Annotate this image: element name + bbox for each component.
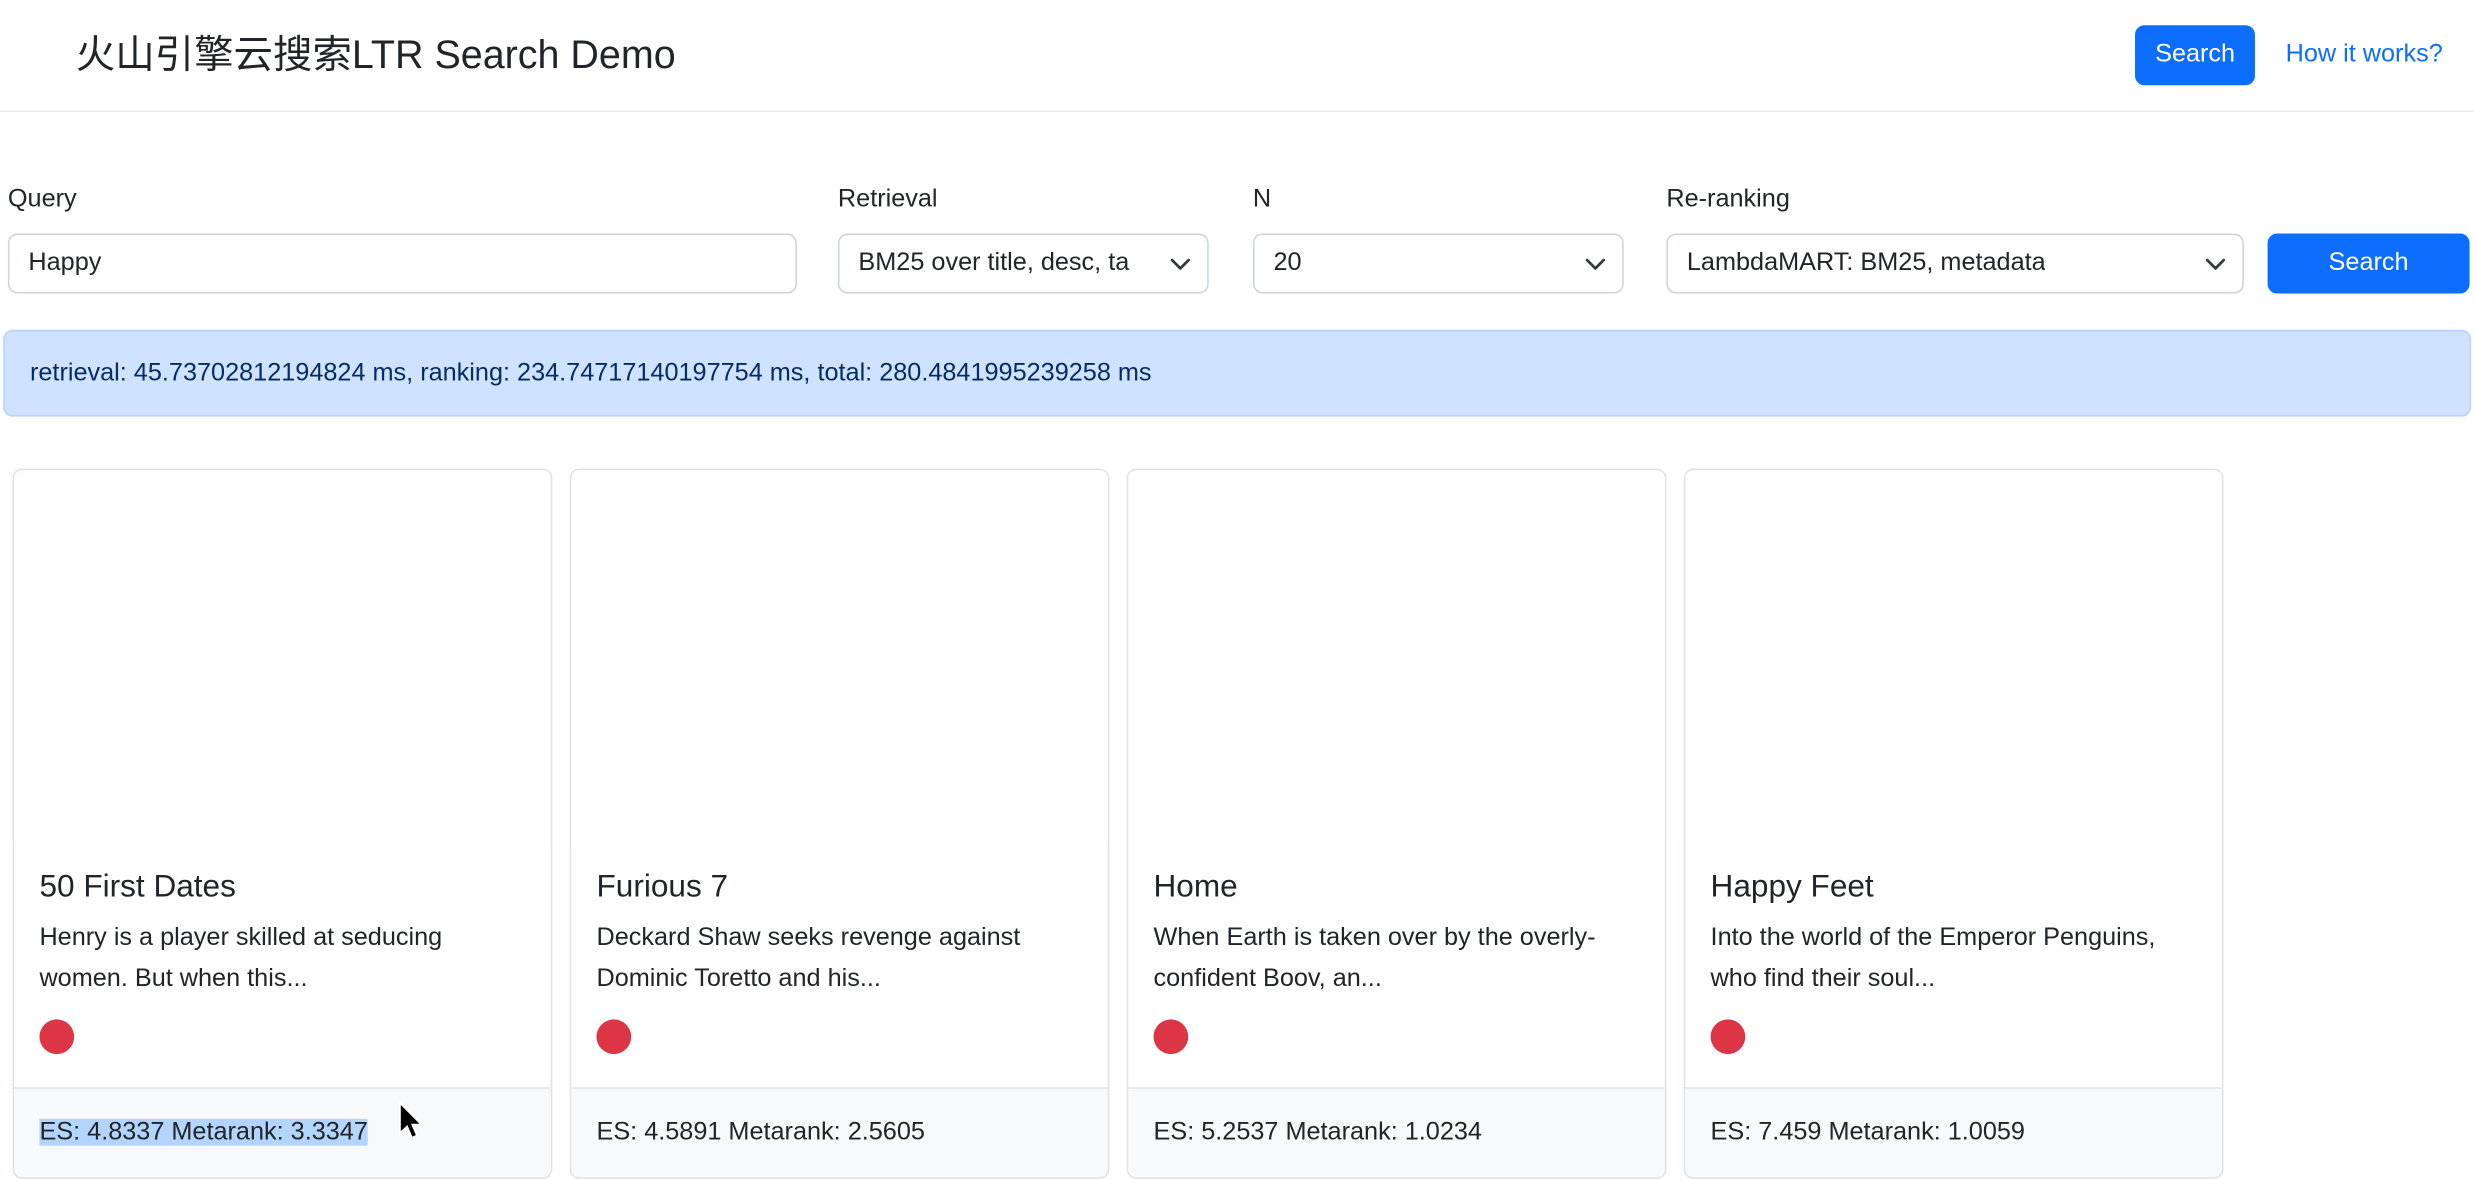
card-body: Furious 7 Deckard Shaw seeks revenge aga… [571,843,1108,1088]
query-input[interactable] [8,234,797,294]
result-scores: ES: 4.8337 Metarank: 3.3347 [14,1087,551,1177]
search-button[interactable]: Search [2268,234,2470,294]
search-form: Query Retrieval BM25 over title, desc, t… [8,185,2474,294]
result-card-2[interactable]: Home When Earth is taken over by the ove… [1127,469,1667,1179]
result-description: Henry is a player skilled at seducing wo… [39,918,525,1000]
result-card-0[interactable]: 50 First Dates Henry is a player skilled… [13,469,553,1179]
chevron-down-icon [1584,252,1606,274]
result-title: Home [1154,868,1640,906]
result-description: When Earth is taken over by the overly-c… [1154,918,1640,1000]
main-content: Query Retrieval BM25 over title, desc, t… [0,185,2474,1179]
reranking-field-group: Re-ranking LambdaMART: BM25, metadata [1666,185,2244,294]
red-circle-icon [39,1019,74,1054]
navbar-actions: Search How it works? [2135,25,2443,85]
app: 火山引擎云搜索LTR Search Demo Search How it wor… [0,0,2474,1176]
result-description: Into the world of the Emperor Penguins, … [1711,918,2197,1000]
card-body: Happy Feet Into the world of the Emperor… [1685,843,2222,1088]
poster-placeholder [14,470,551,842]
n-select-value: 20 [1273,249,1301,277]
result-scores-text: ES: 4.5891 Metarank: 2.5605 [596,1119,924,1146]
result-title: 50 First Dates [39,868,525,906]
red-circle-icon [1154,1019,1189,1054]
poster-placeholder [1685,470,2222,842]
card-body: Home When Earth is taken over by the ove… [1128,843,1665,1088]
result-scores-text: ES: 7.459 Metarank: 1.0059 [1711,1119,2025,1146]
how-it-works-link[interactable]: How it works? [2286,41,2443,69]
retrieval-field-group: Retrieval BM25 over title, desc, ta [838,185,1209,294]
timing-banner: retrieval: 45.73702812194824 ms, ranking… [3,330,2471,417]
reranking-select[interactable]: LambdaMART: BM25, metadata [1666,234,2244,294]
result-card-1[interactable]: Furious 7 Deckard Shaw seeks revenge aga… [570,469,1110,1179]
results-row: 50 First Dates Henry is a player skilled… [13,469,2474,1179]
result-scores: ES: 4.5891 Metarank: 2.5605 [571,1087,1108,1177]
poster-placeholder [571,470,1108,842]
query-field-group: Query [8,185,797,294]
n-field-group: N 20 [1253,185,1624,294]
query-label: Query [8,185,797,215]
result-scores: ES: 5.2537 Metarank: 1.0234 [1128,1087,1665,1177]
app-title: 火山引擎云搜索LTR Search Demo [76,32,676,79]
result-card-3[interactable]: Happy Feet Into the world of the Emperor… [1684,469,2224,1179]
retrieval-select[interactable]: BM25 over title, desc, ta [838,234,1209,294]
reranking-select-value: LambdaMART: BM25, metadata [1687,249,2046,277]
result-title: Furious 7 [596,868,1082,906]
result-scores: ES: 7.459 Metarank: 1.0059 [1685,1087,2222,1177]
retrieval-select-value: BM25 over title, desc, ta [858,249,1129,277]
navbar-search-button[interactable]: Search [2135,25,2256,85]
chevron-down-icon [1169,252,1191,274]
reranking-label: Re-ranking [1666,185,2244,215]
retrieval-label: Retrieval [838,185,1209,215]
poster-placeholder [1128,470,1665,842]
result-scores-text: ES: 4.8337 Metarank: 3.3347 [39,1119,367,1146]
navbar: 火山引擎云搜索LTR Search Demo Search How it wor… [0,0,2474,112]
card-body: 50 First Dates Henry is a player skilled… [14,843,551,1088]
chevron-down-icon [2204,252,2226,274]
red-circle-icon [596,1019,631,1054]
n-label: N [1253,185,1624,215]
red-circle-icon [1711,1019,1746,1054]
result-title: Happy Feet [1711,868,2197,906]
n-select[interactable]: 20 [1253,234,1624,294]
result-description: Deckard Shaw seeks revenge against Domin… [596,918,1082,1000]
result-scores-text: ES: 5.2537 Metarank: 1.0234 [1154,1119,1482,1146]
